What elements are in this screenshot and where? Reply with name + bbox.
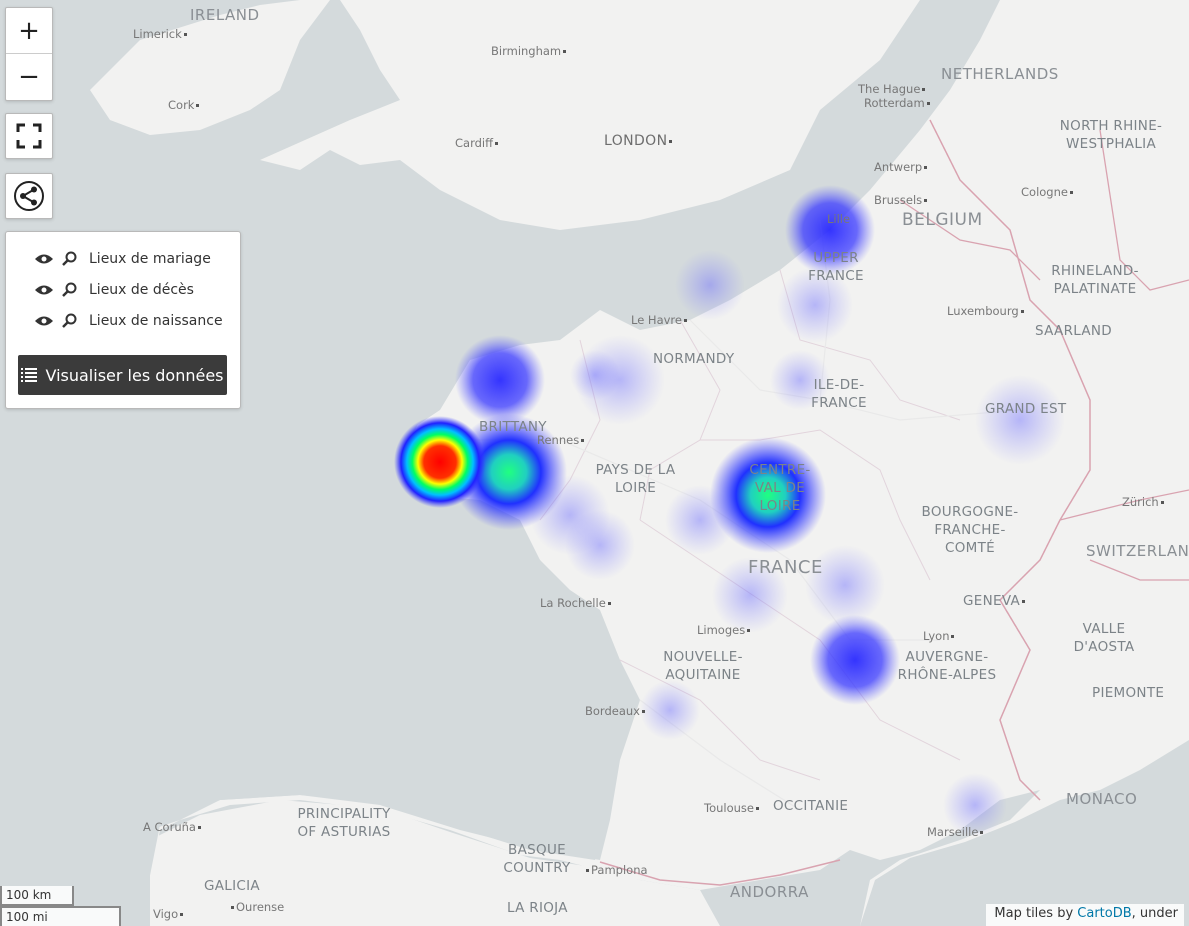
label-principality-of-asturias: PRINCIPALITY OF ASTURIAS [297, 806, 391, 840]
zoom-in-button[interactable]: + [6, 8, 52, 53]
label-saarland: SAARLAND [1035, 323, 1113, 339]
label-france: FRANCE [748, 557, 823, 578]
map-attribution: Map tiles by CartoDB, under [986, 904, 1184, 926]
label-galicia: GALICIA [204, 878, 260, 894]
city-cardiff: Cardiff [455, 136, 500, 150]
layer-label-naissance: Lieux de naissance [89, 313, 223, 329]
eye-icon[interactable] [33, 281, 55, 299]
city-zurich: Zürich [1122, 495, 1166, 509]
layer-row-deces: Lieux de décès [33, 279, 194, 301]
label-piemonte: PIEMONTE [1092, 685, 1165, 701]
layer-row-mariage: Lieux de mariage [33, 248, 211, 270]
fullscreen-icon [16, 123, 42, 149]
cartodb-link[interactable]: CartoDB [1077, 906, 1131, 921]
attribution-text: Map tiles by [994, 906, 1078, 921]
zoom-to-icon[interactable] [58, 312, 80, 330]
zoom-out-button[interactable]: − [6, 53, 52, 99]
label-belgium: BELGIUM [902, 210, 983, 230]
label-upper-france: UPPER FRANCE [808, 250, 864, 284]
city-limerick: Limerick [133, 27, 189, 41]
label-grand-est: GRAND EST [985, 401, 1067, 417]
map-canvas[interactable]: IRELAND NETHERLANDS BELGIUM FRANCE SWITZ… [0, 0, 1189, 926]
label-switzerland: SWITZERLAND [1086, 542, 1189, 560]
city-geneva: GENEVA [963, 592, 1027, 610]
layer-label-deces: Lieux de décès [89, 282, 194, 298]
city-limoges: Limoges [697, 623, 752, 637]
share-icon [14, 181, 44, 211]
visualize-data-label: Visualiser les données [45, 365, 224, 385]
city-rotterdam: Rotterdam [864, 96, 932, 110]
eye-icon[interactable] [33, 250, 55, 268]
label-rhineland-palatinate: RHINELAND-PALATINATE [1051, 263, 1139, 297]
city-a-coruna: A Coruña [143, 820, 203, 834]
city-bordeaux: Bordeaux [585, 704, 647, 718]
label-centre-val-de-loire: CENTRE-VAL DE LOIRE [749, 462, 811, 514]
zoom-control: + − [5, 7, 53, 101]
label-pays-de-la-loire: PAYS DE LA LOIRE [595, 462, 676, 496]
fullscreen-button[interactable] [5, 113, 53, 159]
label-north-rhine-westphalia: NORTH RHINE-WESTPHALIA [1059, 118, 1163, 152]
city-antwerp: Antwerp [874, 160, 929, 174]
layer-label-mariage: Lieux de mariage [89, 251, 211, 267]
attribution-suffix: , under [1131, 906, 1178, 921]
city-lyon: Lyon [923, 629, 956, 643]
label-ile-de-france: ILE-DE-FRANCE [811, 377, 867, 411]
city-vigo: Vigo [153, 907, 185, 921]
label-valle-d-aosta: VALLE D'AOSTA [1073, 621, 1135, 655]
label-ireland: IRELAND [190, 6, 260, 24]
layer-row-naissance: Lieux de naissance [33, 310, 223, 332]
label-la-rioja: LA RIOJA [507, 900, 568, 916]
city-birmingham: Birmingham [491, 44, 568, 58]
label-monaco: MONACO [1066, 790, 1138, 808]
city-ourense: Ourense [229, 900, 284, 914]
city-cologne: Cologne [1021, 185, 1075, 199]
label-occitanie: OCCITANIE [773, 798, 849, 814]
city-london: LONDON [604, 133, 674, 149]
city-toulouse: Toulouse [704, 801, 761, 815]
eye-icon[interactable] [33, 312, 55, 330]
city-cork: Cork [168, 98, 201, 112]
zoom-to-icon[interactable] [58, 250, 80, 268]
label-basque-country: BASQUE COUNTRY [503, 842, 571, 876]
city-the-hague: The Hague [858, 82, 927, 96]
label-netherlands: NETHERLANDS [941, 65, 1059, 83]
city-lille: Lille [827, 212, 851, 226]
layers-panel: Lieux de mariage Lieux de décès Lieux de… [5, 231, 241, 409]
zoom-to-icon[interactable] [58, 281, 80, 299]
label-nouvelle-aquitaine: NOUVELLE-AQUITAINE [663, 649, 743, 683]
label-auvergne-rhone-alpes: AUVERGNE-RHÔNE-ALPES [897, 649, 997, 683]
list-icon [21, 367, 38, 382]
city-luxembourg: Luxembourg [947, 304, 1026, 318]
scale-km: 100 km [0, 886, 74, 906]
visualize-data-button[interactable]: Visualiser les données [18, 355, 227, 395]
city-le-havre: Le Havre [631, 313, 689, 327]
city-la-rochelle: La Rochelle [540, 596, 613, 610]
label-normandy: NORMANDY [653, 351, 735, 367]
scale-mi: 100 mi [0, 906, 121, 926]
city-marseille: Marseille [927, 825, 985, 839]
city-pamplona: Pamplona [584, 863, 648, 877]
city-brussels: Brussels [874, 193, 929, 207]
label-bourgogne-franche-comte: BOURGOGNE-FRANCHE-COMTÉ [921, 504, 1019, 556]
label-andorra: ANDORRA [730, 883, 809, 901]
share-button[interactable] [5, 173, 53, 219]
city-rennes: Rennes [537, 433, 586, 447]
